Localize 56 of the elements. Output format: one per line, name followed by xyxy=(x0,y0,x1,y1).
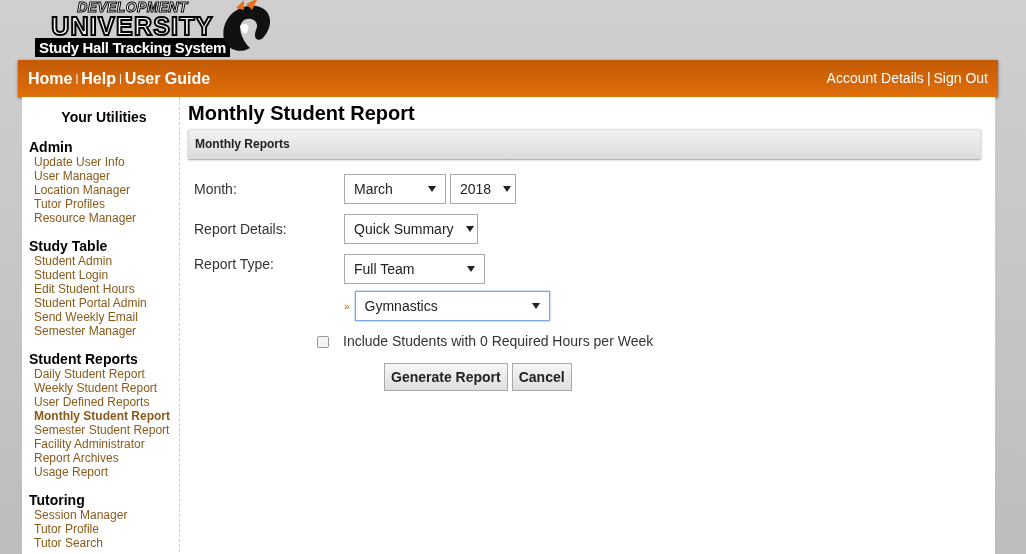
sidebar-link[interactable]: Report Archives xyxy=(29,451,179,465)
dropdown[interactable]: Gymnastics xyxy=(354,291,550,321)
dropdown[interactable]: Full Team xyxy=(344,254,485,284)
nav-link[interactable]: User Guide xyxy=(124,66,211,91)
sidebar-link[interactable]: Student Portal Admin xyxy=(29,296,179,310)
dropdown[interactable]: March xyxy=(344,174,446,204)
sidebar-link[interactable]: Tutor Search xyxy=(29,536,179,550)
sidebar-title: Your Utilities xyxy=(60,108,148,127)
form-button[interactable]: Generate Report xyxy=(384,363,508,391)
sidebar-link[interactable]: Tutor Profile xyxy=(29,522,179,536)
checkbox[interactable] xyxy=(317,335,329,348)
sidebar-link[interactable]: Semester Student Report xyxy=(29,423,179,437)
form-button[interactable]: Cancel xyxy=(511,363,572,391)
nav-separator: | xyxy=(119,71,122,87)
sidebar-link[interactable]: Update User Info xyxy=(29,155,179,169)
sidebar-link[interactable]: Usage Report xyxy=(29,465,179,479)
nav-separator: | xyxy=(926,69,931,88)
sidebar-link[interactable]: User Defined Reports xyxy=(29,395,179,409)
sidebar-link[interactable]: Resource Manager xyxy=(29,211,179,225)
caret-icon xyxy=(465,226,474,232)
sidebar-heading: Student Reports xyxy=(29,352,139,367)
sidebar-link[interactable]: Session Manager xyxy=(29,508,179,522)
nav-link[interactable]: Home xyxy=(28,66,73,91)
sidebar-link[interactable]: Daily Student Report xyxy=(29,367,179,381)
sidebar-link[interactable]: Location Manager xyxy=(29,183,179,197)
field-label: Report Details: xyxy=(194,219,288,239)
sidebar-link[interactable]: Student Admin xyxy=(29,254,179,268)
sidebar-link[interactable]: Monthly Student Report xyxy=(29,409,179,423)
nav-separator: | xyxy=(75,71,79,87)
sidebar-link[interactable]: Semester Manager xyxy=(29,324,179,338)
field-label: Report Type: xyxy=(194,255,275,274)
caret-icon xyxy=(467,266,475,272)
sidebar-link[interactable]: User Manager xyxy=(29,169,179,183)
dropdown[interactable]: 2018 xyxy=(450,174,516,204)
sidebar-heading: Admin xyxy=(29,140,74,155)
marker: » xyxy=(344,299,350,314)
dropdown[interactable]: Quick Summary xyxy=(344,214,478,244)
caret-icon xyxy=(531,303,540,309)
checkbox-label: Include Students with 0 Required Hours per Week xyxy=(343,332,654,351)
page-title: Monthly Student Report xyxy=(188,101,416,125)
sidebar-link[interactable]: Weekly Student Report xyxy=(29,381,179,395)
account-link[interactable]: Account Details xyxy=(826,68,924,89)
sidebar-link[interactable]: Facility Administrator xyxy=(29,437,179,451)
account-link[interactable]: Sign Out xyxy=(933,68,988,89)
sidebar-link[interactable]: Student Login xyxy=(29,268,179,282)
caret-icon xyxy=(428,186,436,192)
sidebar-link[interactable]: Tutor Profiles xyxy=(29,197,179,211)
field-label: Month: xyxy=(194,179,238,199)
caret-icon xyxy=(503,186,512,192)
nav-link[interactable]: Help xyxy=(81,66,116,91)
sidebar-link[interactable]: Send Weekly Email xyxy=(29,310,179,324)
panel-header: Monthly Reports xyxy=(188,129,981,159)
sidebar-heading: Study Table xyxy=(29,239,109,254)
sidebar-heading: Tutoring xyxy=(29,493,86,508)
sidebar-link[interactable]: Edit Student Hours xyxy=(29,282,179,296)
logo[interactable]: DEVELOPMENT UNIVERSITY Study Hall Tracking System xyxy=(35,0,276,58)
